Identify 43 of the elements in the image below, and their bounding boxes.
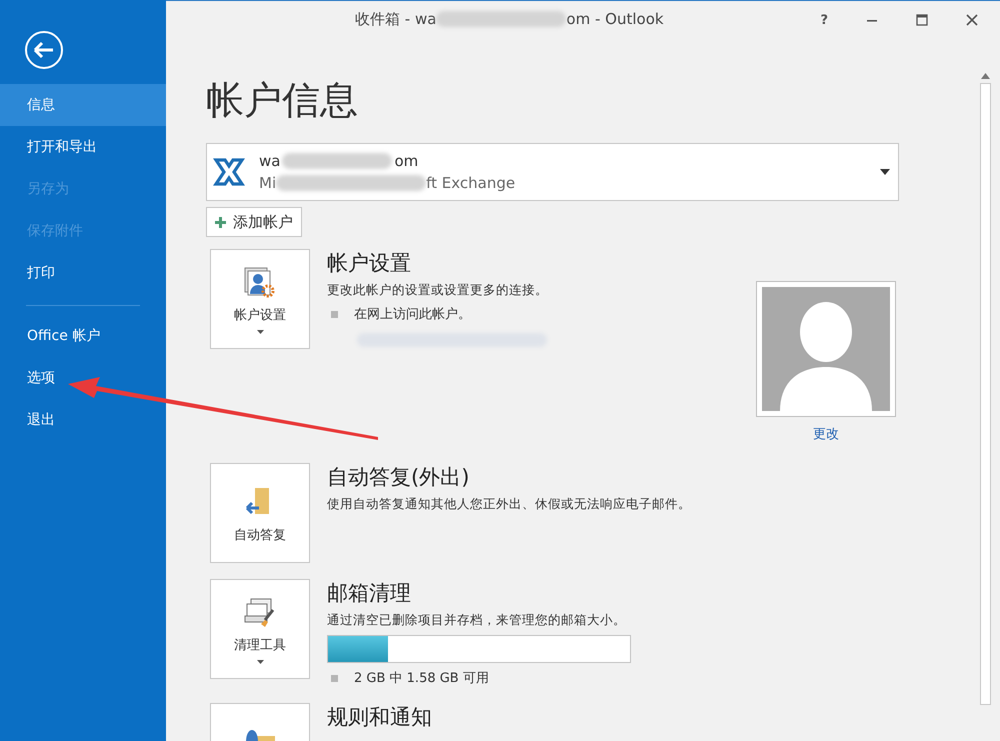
sidebar-item[interactable]: 打印 xyxy=(0,252,166,294)
account-email: om xyxy=(394,152,418,170)
section-title: 规则和通知 xyxy=(327,704,433,731)
bullet-icon xyxy=(331,674,338,682)
section-title: 邮箱清理 xyxy=(327,580,412,607)
cleanup-tools-icon xyxy=(243,596,277,630)
maximize-icon[interactable] xyxy=(916,14,928,26)
section-description: 使用自动答复通知其他人您正外出、休假或无法响应电子邮件。 xyxy=(327,496,692,513)
caret-icon xyxy=(256,660,264,664)
window-title: 收件箱 - wa xyxy=(355,10,436,28)
window-title: om - Outlook xyxy=(566,10,664,28)
help-button[interactable]: ? xyxy=(820,12,828,28)
section-title: 自动答复(外出) xyxy=(327,464,470,491)
caret-icon xyxy=(880,169,890,175)
section-description: 更改此帐户的设置或设置更多的连接。 xyxy=(327,282,549,299)
sidebar-item[interactable]: 打开和导出 xyxy=(0,126,166,168)
plus-icon xyxy=(215,216,226,228)
section-title: 帐户设置 xyxy=(327,250,412,277)
add-account-button[interactable]: 添加帐户 xyxy=(206,207,302,237)
sidebar-item[interactable]: 选项 xyxy=(0,357,166,399)
account-settings-icon xyxy=(243,266,277,300)
sidebar-item[interactable]: 信息 xyxy=(0,84,166,126)
change-photo-link[interactable]: 更改 xyxy=(813,425,839,443)
storage-reading: 2 GB 中 1.58 GB 可用 xyxy=(354,670,489,687)
close-icon[interactable] xyxy=(966,14,978,26)
account-type: ft Exchange xyxy=(426,174,516,192)
back-button[interactable] xyxy=(24,30,64,70)
bullet-icon xyxy=(331,310,338,318)
account-type: Mi xyxy=(259,174,276,192)
tile-button[interactable]: 自动答复 xyxy=(210,463,310,563)
sidebar-item[interactable]: 退出 xyxy=(0,399,166,441)
account-dropdown[interactable]: wa om Mi ft Exchange xyxy=(206,143,899,201)
tile-button[interactable]: 帐户设置 xyxy=(210,249,310,349)
tile-button[interactable]: 清理工具 xyxy=(210,579,310,679)
page-title: 帐户信息 xyxy=(206,77,359,123)
bullet-text: 在网上访问此帐户。 xyxy=(354,306,471,323)
scroll-up-icon[interactable] xyxy=(981,73,990,79)
account-email: wa xyxy=(259,152,280,170)
person-silhouette-icon xyxy=(762,287,890,411)
section-description: 通过清空已删除项目并存档，来管理您的邮箱大小。 xyxy=(327,612,627,629)
exchange-icon xyxy=(213,156,245,188)
sidebar-item[interactable]: Office 帐户 xyxy=(0,315,166,357)
caret-icon xyxy=(256,330,264,334)
